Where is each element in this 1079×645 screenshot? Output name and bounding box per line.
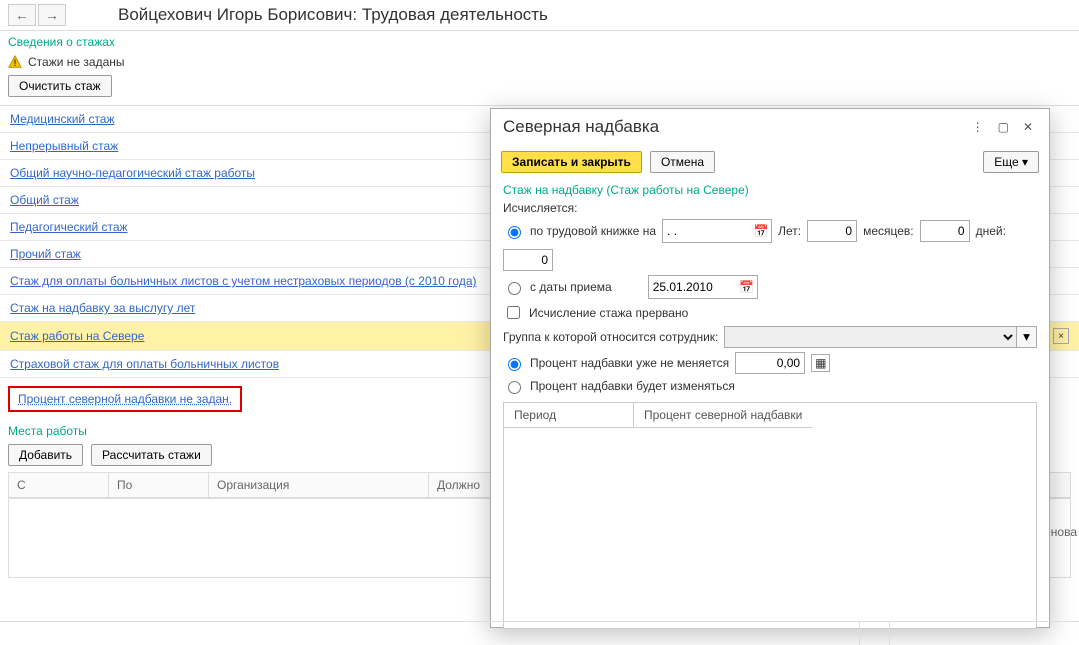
calendar-icon[interactable]: 📅	[751, 224, 771, 238]
dialog-title: Северная надбавка	[503, 117, 659, 137]
dialog-close-icon[interactable]: ✕	[1019, 118, 1037, 136]
calendar-icon[interactable]: 📅	[737, 280, 757, 294]
days-input[interactable]	[503, 249, 553, 271]
interrupted-label: Исчисление стажа прервано	[529, 306, 688, 320]
group-label: Группа к которой относится сотрудник:	[503, 330, 718, 344]
stage-link[interactable]: Общий стаж	[10, 193, 79, 207]
pct-varies-label: Процент надбавки будет изменяться	[530, 379, 735, 393]
pct-value-input[interactable]	[735, 352, 805, 374]
percent-schedule-table: Период Процент северной надбавки	[503, 402, 1037, 629]
book-date-input[interactable]	[663, 220, 751, 242]
stage-link[interactable]: Педагогический стаж	[10, 220, 128, 234]
bottom-bar	[0, 621, 1079, 645]
stage-link[interactable]: Стаж для оплаты больничных листов с учет…	[10, 274, 477, 288]
calc-label: Исчисляется:	[503, 201, 577, 215]
nav-back-button[interactable]: ←	[8, 4, 36, 26]
hire-date-input[interactable]	[649, 276, 737, 298]
stage-link[interactable]: Общий научно-педагогический стаж работы	[10, 166, 255, 180]
stage-link[interactable]: Страховой стаж для оплаты больничных лис…	[10, 357, 279, 371]
months-input[interactable]	[920, 220, 970, 242]
stage-link[interactable]: Стаж работы на Севере	[10, 329, 144, 343]
hire-date-field[interactable]: 📅	[648, 275, 758, 299]
warning-icon	[8, 55, 22, 69]
by-book-label: по трудовой книжке на	[530, 224, 656, 238]
stage-link[interactable]: Стаж на надбавку за выслугу лет	[10, 301, 195, 315]
dialog-more-icon[interactable]: ⋮	[968, 118, 988, 136]
more-actions-button[interactable]: Еще ▾	[983, 151, 1039, 173]
stage-link[interactable]: Медицинский стаж	[10, 112, 115, 126]
by-hire-label: с даты приема	[530, 280, 612, 294]
cancel-button[interactable]: Отмена	[650, 151, 715, 173]
col-period[interactable]: Период	[504, 403, 634, 428]
percent-warning-link[interactable]: Процент северной надбавки не задан.	[18, 392, 232, 406]
dialog-maximize-icon[interactable]: ▢	[994, 118, 1013, 136]
book-date-field[interactable]: 📅	[662, 219, 772, 243]
pct-varies-radio[interactable]	[508, 381, 521, 394]
calc-experience-button[interactable]: Рассчитать стажи	[91, 444, 212, 466]
dialog-experience-link[interactable]: Стаж на надбавку (Стаж работы на Севере)	[503, 183, 749, 197]
experience-info-link[interactable]: Сведения о стажах	[8, 35, 115, 49]
save-close-button[interactable]: Записать и закрыть	[501, 151, 642, 173]
col-percent[interactable]: Процент северной надбавки	[634, 403, 812, 428]
north-allowance-dialog: Северная надбавка ⋮ ▢ ✕ Записать и закры…	[490, 108, 1050, 628]
group-select[interactable]	[724, 326, 1017, 348]
percent-warning-highlight: Процент северной надбавки не задан.	[8, 386, 242, 412]
col-to[interactable]: По	[109, 473, 209, 498]
warning-text: Стажи не заданы	[28, 55, 125, 69]
years-input[interactable]	[807, 220, 857, 242]
nav-forward-button[interactable]: →	[38, 4, 66, 26]
by-hire-radio[interactable]	[508, 282, 521, 295]
page-title: Войцехович Игорь Борисович: Трудовая дея…	[118, 5, 548, 25]
add-workplace-button[interactable]: Добавить	[8, 444, 83, 466]
calculator-icon[interactable]: ▦	[811, 354, 830, 372]
days-label: дней:	[976, 224, 1006, 238]
stage-link[interactable]: Непрерывный стаж	[10, 139, 118, 153]
years-label: Лет:	[778, 224, 801, 238]
pct-fixed-label: Процент надбавки уже не меняется	[530, 356, 729, 370]
col-org[interactable]: Организация	[209, 473, 429, 498]
by-book-radio[interactable]	[508, 226, 521, 239]
clear-experience-button[interactable]: Очистить стаж	[8, 75, 112, 97]
col-from[interactable]: С	[9, 473, 109, 498]
group-dropdown-button[interactable]: ▾	[1017, 326, 1037, 348]
interrupted-checkbox[interactable]	[507, 306, 520, 319]
clear-icon[interactable]: ×	[1053, 328, 1069, 344]
stage-link[interactable]: Прочий стаж	[10, 247, 81, 261]
workplaces-header[interactable]: Места работы	[8, 424, 87, 438]
months-label: месяцев:	[863, 224, 914, 238]
pct-fixed-radio[interactable]	[508, 358, 521, 371]
percent-schedule-body[interactable]	[504, 428, 1036, 628]
